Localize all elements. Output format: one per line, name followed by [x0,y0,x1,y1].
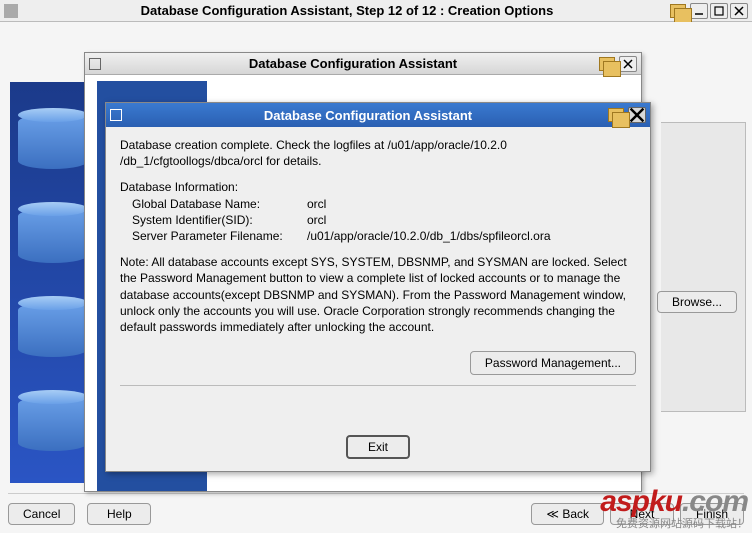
progress-window-titlebar: Database Configuration Assistant [85,53,641,75]
documents-icon [599,57,615,71]
sid-value: orcl [307,212,326,228]
separator [120,385,636,386]
completion-dialog: Database Configuration Assistant Databas… [105,102,651,472]
close-button[interactable] [730,3,748,19]
database-cylinder-icon [18,208,88,263]
global-db-name-value: orcl [307,196,326,212]
database-cylinder-icon [18,114,88,169]
app-icon [4,4,18,18]
database-cylinder-icon [18,302,88,357]
options-panel-fragment: Browse... [661,122,746,412]
documents-icon [670,4,686,18]
creation-complete-text: Database creation complete. Check the lo… [120,137,636,169]
creation-complete-line1: Database creation complete. Check the lo… [120,138,507,152]
completion-dialog-title: Database Configuration Assistant [128,108,608,123]
database-info-heading: Database Information: [120,179,636,195]
spfile-label: Server Parameter Filename: [132,228,307,244]
progress-window-title: Database Configuration Assistant [107,56,599,71]
back-button[interactable]: ≪ Back [531,503,604,525]
chevron-left-icon: ≪ [546,507,562,521]
window-menu-icon[interactable] [110,109,122,121]
spfile-value: /u01/app/oracle/10.2.0/db_1/dbs/spfileor… [307,228,551,244]
info-row-spfile: Server Parameter Filename: /u01/app/orac… [132,228,636,244]
documents-icon [608,108,624,122]
database-cylinder-icon [18,396,88,451]
minimize-button[interactable] [690,3,708,19]
next-button[interactable]: Next [610,503,674,525]
completion-dialog-close-button[interactable] [628,107,646,123]
completion-dialog-body: Database creation complete. Check the lo… [106,127,650,471]
accounts-note-text: Note: All database accounts except SYS, … [120,254,636,335]
progress-window-close-button[interactable] [619,56,637,72]
global-db-name-label: Global Database Name: [132,196,307,212]
database-information-section: Database Information: Global Database Na… [120,179,636,244]
password-management-button[interactable]: Password Management... [470,351,636,375]
help-button[interactable]: Help [87,503,151,525]
finish-button[interactable]: Finish [680,503,744,525]
window-menu-icon[interactable] [89,58,101,70]
info-row-global-db-name: Global Database Name: orcl [132,196,636,212]
cancel-button[interactable]: Cancel [8,503,75,525]
back-button-label: Back [562,507,589,521]
creation-complete-line2: /db_1/cfgtoollogs/dbca/orcl for details. [120,154,321,168]
completion-dialog-titlebar: Database Configuration Assistant [106,103,650,127]
outer-window-title: Database Configuration Assistant, Step 1… [24,3,670,18]
browse-button[interactable]: Browse... [657,291,737,313]
outer-window-titlebar: Database Configuration Assistant, Step 1… [0,0,752,22]
next-button-label: Next [630,507,655,521]
info-row-sid: System Identifier(SID): orcl [132,212,636,228]
sid-label: System Identifier(SID): [132,212,307,228]
exit-button[interactable]: Exit [346,435,410,459]
maximize-button[interactable] [710,3,728,19]
wizard-button-bar: Cancel Help ≪ Back Next Finish [8,493,744,527]
outer-window-content: Browse... Cancel Help ≪ Back Next Finish… [0,22,752,533]
